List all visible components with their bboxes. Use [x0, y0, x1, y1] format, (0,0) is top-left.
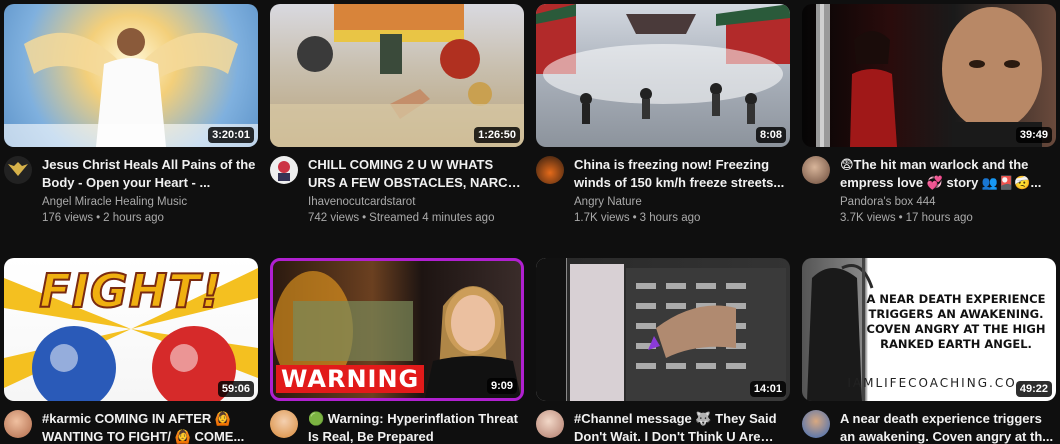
- upload-age: 17 hours ago: [905, 212, 973, 224]
- video-duration: 3:20:01: [208, 127, 254, 143]
- video-title[interactable]: 😨The hit man warlock and the empress lov…: [840, 156, 1054, 192]
- video-title[interactable]: 🟢 Warning: Hyperinflation Threat Is Real…: [308, 410, 522, 444]
- thumbnail-headline: FIGHT!: [38, 263, 223, 319]
- thumbnail-art: [4, 28, 258, 147]
- channel-name[interactable]: Angry Nature: [574, 194, 788, 210]
- thumbnail-art: [270, 4, 524, 147]
- separator-dot: •: [362, 212, 367, 224]
- video-duration: 49:22: [1015, 381, 1052, 397]
- video-thumbnail[interactable]: FIGHT! 59:06: [4, 258, 258, 401]
- video-duration: 1:26:50: [474, 127, 520, 143]
- video-thumbnail[interactable]: 14:01: [536, 258, 790, 401]
- video-duration: 8:08: [755, 127, 786, 143]
- view-count: 3.7K views: [840, 212, 896, 224]
- video-title[interactable]: China is freezing now! Freezing winds of…: [574, 156, 788, 192]
- video-card[interactable]: WARNING 9:09 🟢 Warning: Hyperinflation T…: [270, 258, 524, 444]
- video-duration: 39:49: [1015, 127, 1052, 143]
- video-grid: 3:20:01 Jesus Christ Heals All Pains of …: [4, 4, 1060, 444]
- upload-age: 2 hours ago: [103, 212, 164, 224]
- channel-name[interactable]: Ihavenocutcardstarot: [308, 194, 522, 210]
- view-count: 1.7K views: [574, 212, 630, 224]
- video-card[interactable]: 1:26:50 CHILL COMING 2 U W WHATS URS A F…: [270, 4, 524, 226]
- channel-avatar[interactable]: [802, 156, 830, 184]
- view-count: 176 views: [42, 212, 94, 224]
- video-thumbnail[interactable]: WARNING 9:09: [270, 258, 524, 401]
- video-thumbnail[interactable]: A NEAR DEATH EXPERIENCE TRIGGERS AN AWAK…: [802, 258, 1056, 401]
- channel-avatar[interactable]: [536, 410, 564, 438]
- video-card[interactable]: 14:01 #Channel message 🐺 They Said Don't…: [536, 258, 790, 444]
- separator-dot: •: [898, 212, 903, 224]
- video-thumbnail[interactable]: 39:49: [802, 4, 1056, 147]
- video-card[interactable]: 8:08 China is freezing now! Freezing win…: [536, 4, 790, 226]
- video-duration: 9:09: [486, 378, 517, 394]
- thumbnail-footer: IAMLIFECOACHING.CO: [847, 376, 1017, 390]
- thumbnail-art: [816, 4, 1042, 147]
- channel-avatar[interactable]: [4, 156, 32, 184]
- video-stats: 3.7K views • 17 hours ago: [840, 210, 1054, 226]
- channel-name[interactable]: Angel Miracle Healing Music: [42, 194, 256, 210]
- separator-dot: •: [632, 212, 637, 224]
- video-title[interactable]: Jesus Christ Heals All Pains of the Body…: [42, 156, 256, 192]
- video-thumbnail[interactable]: 8:08: [536, 4, 790, 147]
- video-duration: 14:01: [749, 381, 786, 397]
- channel-avatar[interactable]: [802, 410, 830, 438]
- video-stats: 1.7K views • 3 hours ago: [574, 210, 788, 226]
- video-thumbnail[interactable]: 1:26:50: [270, 4, 524, 147]
- thumbnail-headline: A NEAR DEATH EXPERIENCE TRIGGERS AN AWAK…: [866, 292, 1046, 351]
- thumbnail-art: [536, 4, 790, 124]
- separator-dot: •: [96, 212, 101, 224]
- video-card[interactable]: 3:20:01 Jesus Christ Heals All Pains of …: [4, 4, 258, 226]
- channel-avatar[interactable]: [4, 410, 32, 438]
- video-card[interactable]: A NEAR DEATH EXPERIENCE TRIGGERS AN AWAK…: [802, 258, 1056, 444]
- channel-avatar[interactable]: [270, 410, 298, 438]
- video-card[interactable]: 39:49 😨The hit man warlock and the empre…: [802, 4, 1056, 226]
- video-stats: 742 views • Streamed 4 minutes ago: [308, 210, 522, 226]
- video-card[interactable]: FIGHT! 59:06 #karmic COMING IN AFTER 🙆 W…: [4, 258, 258, 444]
- thumbnail-art: [536, 258, 786, 401]
- upload-age: Streamed 4 minutes ago: [369, 212, 495, 224]
- upload-age: 3 hours ago: [639, 212, 701, 224]
- channel-name[interactable]: Pandora's box 444: [840, 194, 1054, 210]
- view-count: 742 views: [308, 212, 360, 224]
- video-title[interactable]: CHILL COMING 2 U W WHATS URS A FEW OBSTA…: [308, 156, 522, 192]
- channel-avatar[interactable]: [536, 156, 564, 184]
- video-title[interactable]: A near death experience triggers an awak…: [840, 410, 1054, 444]
- thumbnail-headline: WARNING: [276, 365, 425, 393]
- channel-avatar[interactable]: [270, 156, 298, 184]
- video-title[interactable]: #Channel message 🐺 They Said Don't Wait.…: [574, 410, 788, 444]
- video-stats: 176 views • 2 hours ago: [42, 210, 256, 226]
- video-title[interactable]: #karmic COMING IN AFTER 🙆 WANTING TO FIG…: [42, 410, 256, 444]
- video-duration: 59:06: [217, 381, 254, 397]
- video-thumbnail[interactable]: 3:20:01: [4, 4, 258, 147]
